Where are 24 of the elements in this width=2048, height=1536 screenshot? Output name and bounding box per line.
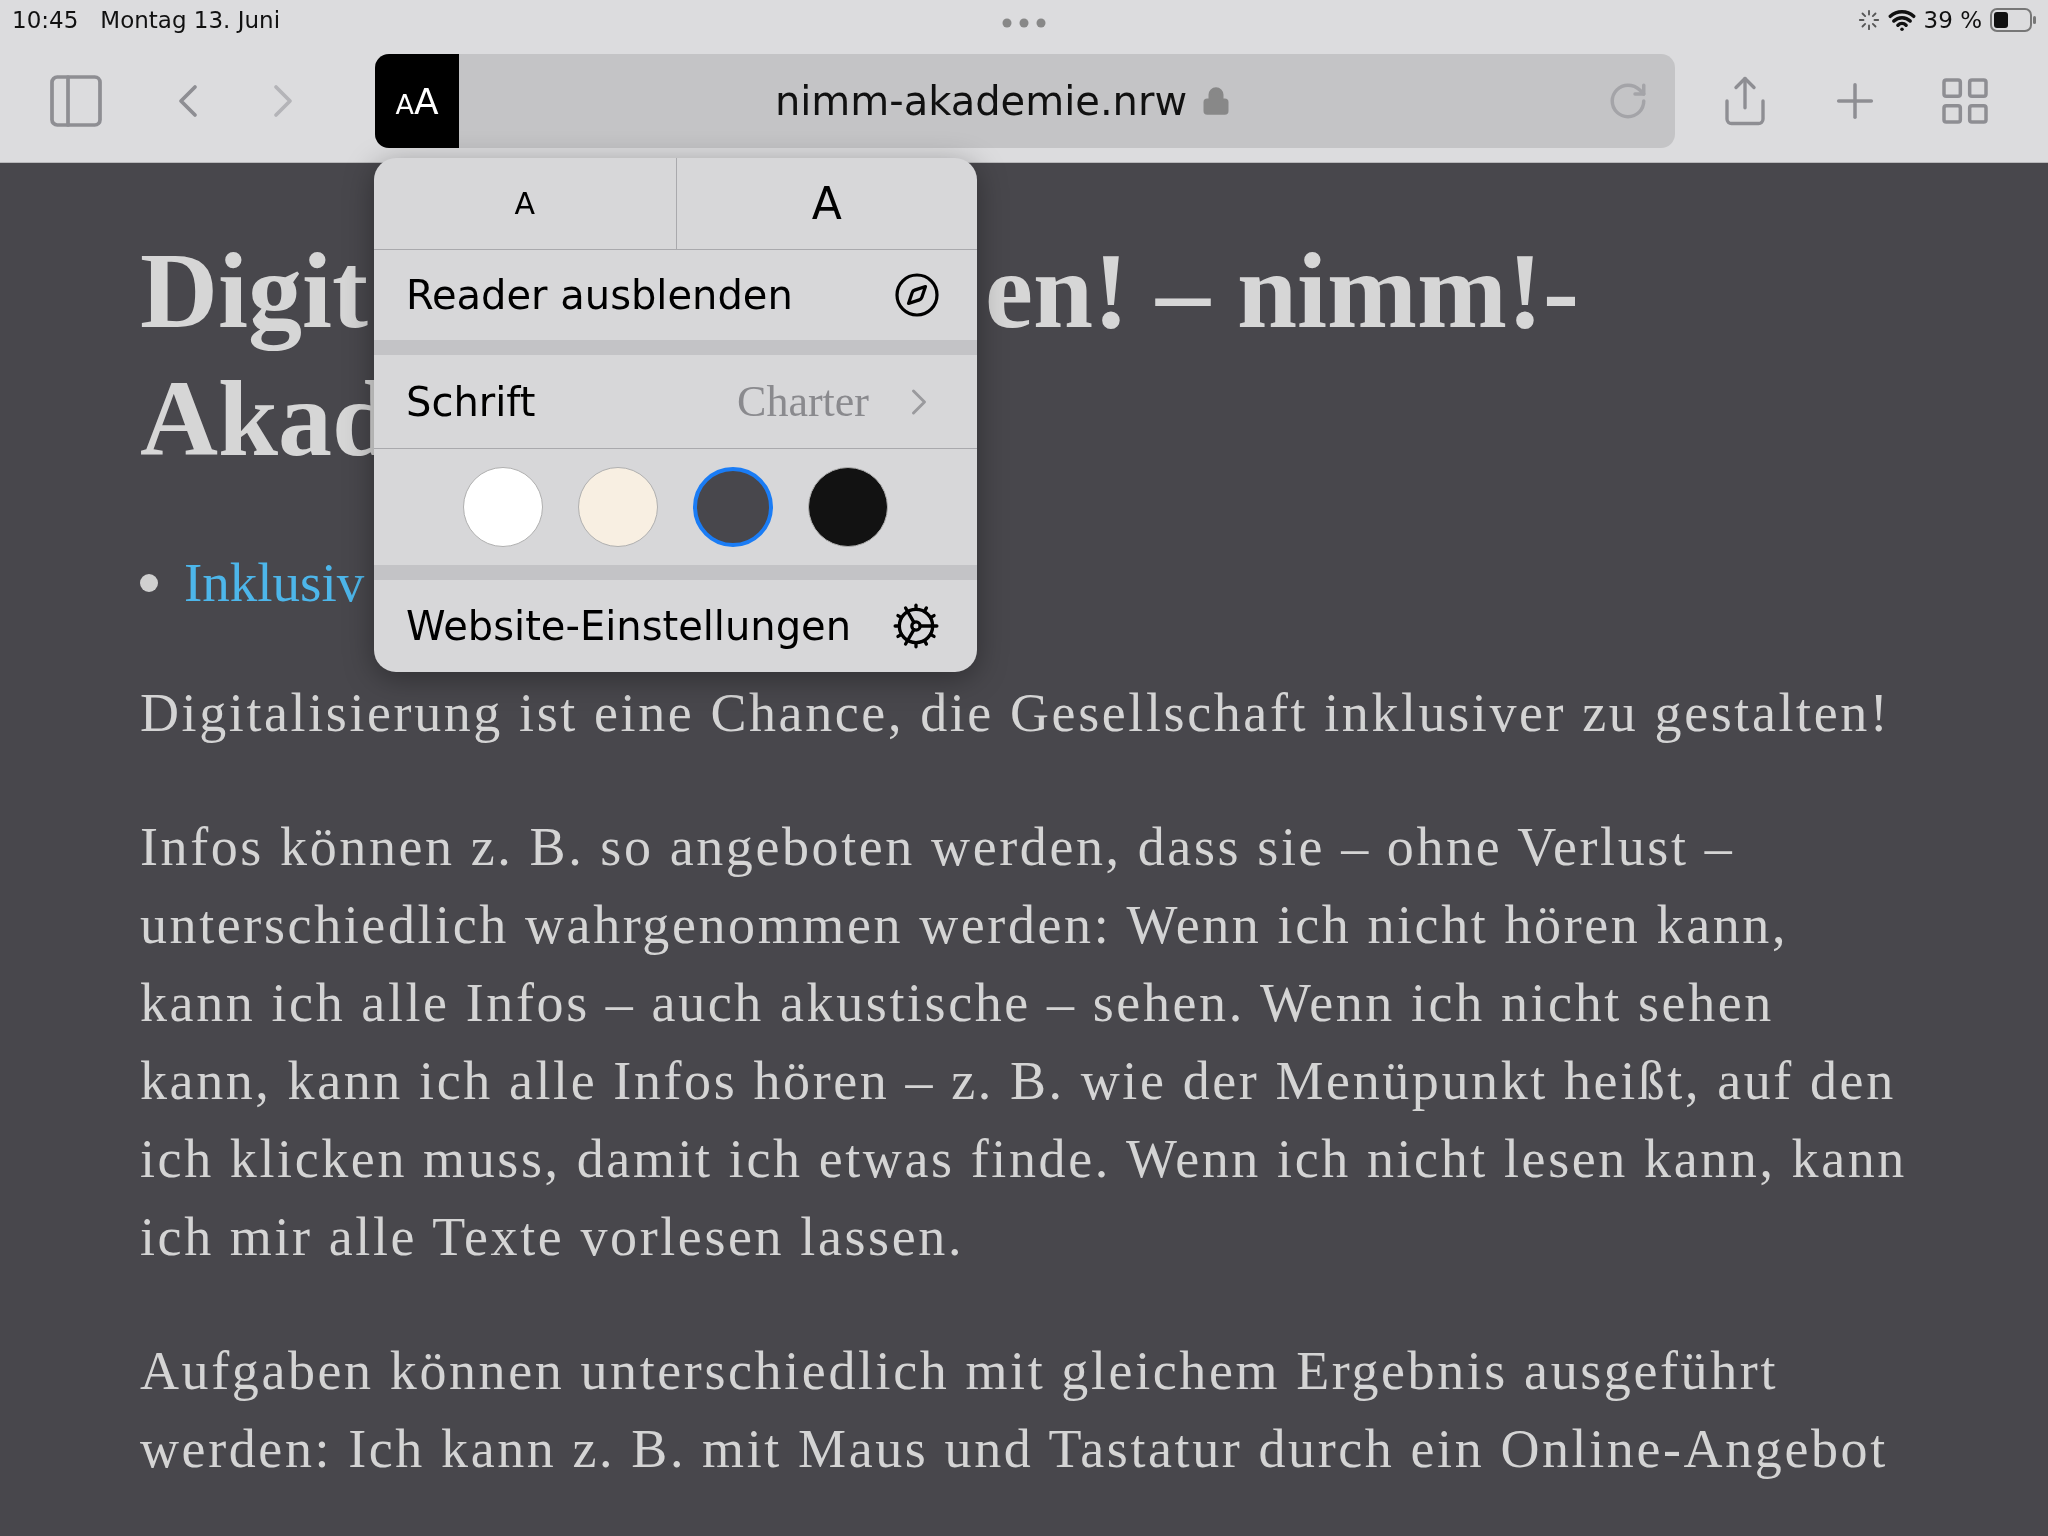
multitasking-icon[interactable] [1002,18,1046,28]
battery-icon [1990,8,2036,32]
article-title: en! – nimm!- [985,230,1579,352]
website-settings-item[interactable]: Website-Einstellungen [374,580,977,672]
font-item[interactable]: Schrift Charter [374,355,977,448]
reader-button[interactable]: AA [375,54,459,148]
status-date: Montag 13. Juni [100,7,281,33]
activity-icon [1857,9,1880,31]
list-link[interactable]: Inklusiv [184,551,365,614]
article-title: Digit [140,230,368,353]
paragraph: Aufgaben können unterschiedlich mit gleichem Ergebnis ausgeführt werden: Ich kann z. B. mit Maus und Tastatur durch ein Online-Angebot [140,1340,1889,1481]
larger-text-button[interactable]: A [675,158,977,249]
battery-percent: 39 % [1923,7,1982,33]
gear-icon [891,601,941,651]
compass-icon [893,271,941,319]
font-value: Charter [737,376,869,427]
url-text[interactable]: nimm-akademie.nrw [774,78,1188,124]
hide-reader-item[interactable]: Reader ausblenden [374,250,977,340]
bullet-icon [140,573,158,592]
smaller-text-button[interactable]: A [374,158,676,249]
paragraph: Infos können z. B. so angeboten werden, dass sie – ohne Verlust – unterschiedlich wahrgenommen werden: Wenn ich nicht hören kann, kann ich alle Infos – auch akustische – sehen. Wenn ich nicht sehen kann, kann ich alle Infos hören – z. B. wie der Menüpunkt heißt, auf den ich klicken muss, damit ich etwas finde. Wenn ich nicht lesen kann, kann ich mir alle Texte vorlesen lassen. [140,816,1908,1269]
lock-icon [1201,86,1232,116]
status-time: 10:45 [12,7,79,33]
paragraph: Digitalisierung ist eine Chance, die Gesellschaft inklusiver zu gestalten! [140,682,1892,745]
